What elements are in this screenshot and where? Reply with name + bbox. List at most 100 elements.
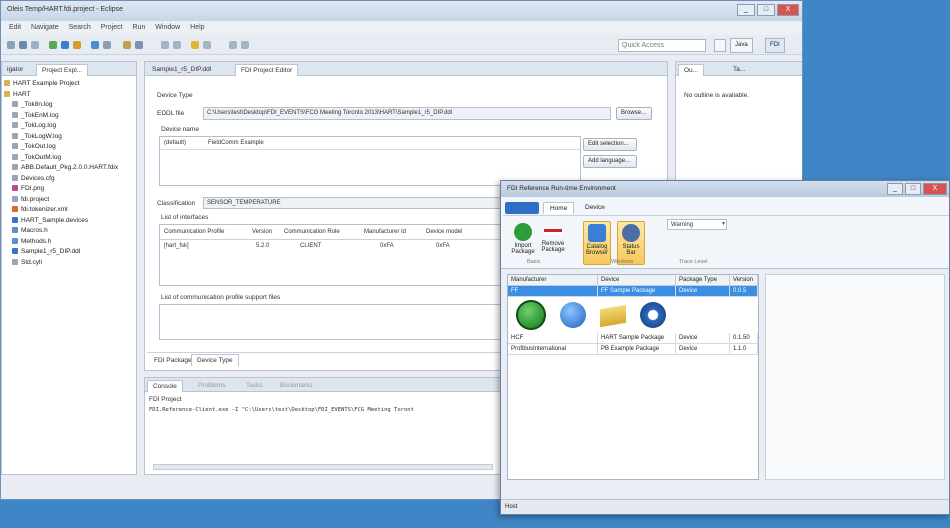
cell-manufacturer[interactable]: HCF bbox=[508, 333, 598, 344]
ribbon-tab-device[interactable]: Device bbox=[579, 202, 611, 214]
perspective-java[interactable]: Java bbox=[730, 38, 753, 53]
tree-item[interactable]: FDI.png bbox=[4, 185, 118, 196]
quick-access-input[interactable]: Quick Access bbox=[618, 39, 706, 52]
tab-bookmarks[interactable]: Bookmarks bbox=[275, 380, 318, 392]
fdi-minimize-button[interactable]: _ bbox=[887, 183, 903, 195]
tab-outline[interactable]: Ou... bbox=[678, 64, 705, 76]
print-icon[interactable] bbox=[31, 41, 39, 49]
maximize-button[interactable]: □ bbox=[757, 4, 775, 16]
app-menu-button[interactable] bbox=[505, 202, 539, 214]
tree-item[interactable]: Devices.cfg bbox=[4, 175, 118, 186]
tab-task-list[interactable]: Ta... bbox=[728, 64, 750, 76]
tab-tasks[interactable]: Tasks bbox=[241, 380, 268, 392]
classification-field[interactable]: SENSOR_TEMPERATURE bbox=[203, 197, 503, 209]
tab-project-explorer[interactable]: Project Expl... bbox=[36, 64, 89, 76]
col-package-type[interactable]: Package Type bbox=[676, 275, 730, 286]
cell-device[interactable]: PB Example Package bbox=[598, 344, 676, 355]
cell-device[interactable]: FF Sample Package bbox=[598, 286, 676, 297]
fdi-maximize-button[interactable]: □ bbox=[905, 183, 921, 195]
interface-manufacturer[interactable]: 0xFA bbox=[380, 243, 394, 249]
menu-project[interactable]: Project bbox=[101, 24, 123, 31]
tree-item[interactable]: _TokLogW.log bbox=[4, 133, 118, 144]
interface-profile[interactable]: [hart_fsk] bbox=[164, 243, 189, 249]
cell-version[interactable]: 1.1.0 bbox=[730, 344, 758, 355]
tab-ddl-file[interactable]: Sample1_r5_DIP.ddl bbox=[147, 64, 216, 76]
add-language-button[interactable]: Add language... bbox=[583, 155, 637, 168]
tree-item[interactable]: _TokOutM.log bbox=[4, 154, 118, 165]
back-icon[interactable] bbox=[161, 41, 169, 49]
search-icon[interactable] bbox=[123, 41, 131, 49]
device-name-value[interactable]: FieldComm Example bbox=[208, 140, 264, 146]
debug-icon[interactable] bbox=[61, 41, 69, 49]
save-icon[interactable] bbox=[19, 41, 27, 49]
col-device[interactable]: Device bbox=[598, 275, 676, 286]
open-icon[interactable] bbox=[135, 41, 143, 49]
tree-item[interactable]: Methods.h bbox=[4, 238, 118, 249]
interface-model[interactable]: 0xFA bbox=[436, 243, 450, 249]
tab-navigator[interactable]: igator bbox=[2, 64, 28, 76]
tab-problems[interactable]: Problems bbox=[193, 380, 230, 392]
browse-button[interactable]: Browse... bbox=[616, 107, 652, 120]
cell-device[interactable]: HART Sample Package bbox=[598, 333, 676, 344]
open-perspective-icon[interactable] bbox=[714, 39, 726, 52]
tree-item[interactable]: fdi.project bbox=[4, 196, 118, 207]
tree-item[interactable]: HART bbox=[4, 91, 118, 102]
ribbon-tab-home[interactable]: Home bbox=[543, 202, 575, 214]
tree-item[interactable]: ABB.Default_Pkg.2.0.0.HART.fdix bbox=[4, 164, 118, 175]
tree-item[interactable]: Sample1_r5_DIP.ddl bbox=[4, 248, 118, 259]
tab-fdi-project-editor[interactable]: FDI Project Editor bbox=[235, 64, 299, 76]
close-button[interactable]: X bbox=[777, 4, 799, 16]
tree-item-label: _Tok8n.log bbox=[21, 101, 53, 108]
tree-item[interactable]: _TokEnM.log bbox=[4, 112, 118, 123]
col-manufacturer[interactable]: Manufacturer bbox=[508, 275, 598, 286]
device-name-lang[interactable]: (default) bbox=[164, 140, 186, 146]
cell-manufacturer[interactable]: ProfibusInternational bbox=[508, 344, 598, 355]
cell-package-type[interactable]: Device bbox=[676, 286, 730, 297]
tab-fdi-package[interactable]: FDI Package bbox=[149, 355, 197, 367]
col-version[interactable]: Version bbox=[730, 275, 758, 286]
cell-manufacturer[interactable]: FF bbox=[508, 286, 598, 297]
cell-package-type[interactable]: Device bbox=[676, 333, 730, 344]
trace-level-select[interactable]: Warning bbox=[667, 219, 727, 230]
cell-package-type[interactable]: Device bbox=[676, 344, 730, 355]
run-icon[interactable] bbox=[49, 41, 57, 49]
menu-help[interactable]: Help bbox=[190, 24, 204, 31]
tool-icon[interactable] bbox=[73, 41, 81, 49]
tree-item[interactable]: _TokOut.log bbox=[4, 143, 118, 154]
arrow-right-icon[interactable] bbox=[241, 41, 249, 49]
menu-window[interactable]: Window bbox=[155, 24, 180, 31]
tree-item[interactable]: HART Example Project bbox=[4, 80, 118, 91]
eddl-file-field[interactable]: C:\Users\test\Desktop\FDI_EVENTS\FCG Mee… bbox=[203, 107, 611, 120]
tree-item[interactable]: _Tok8n.log bbox=[4, 101, 118, 112]
tree-item[interactable]: fdi.tokenizer.xml bbox=[4, 206, 118, 217]
tab-device-type[interactable]: Device Type bbox=[191, 354, 239, 366]
tree-item[interactable]: Macros.h bbox=[4, 227, 118, 238]
perspective-fdi[interactable]: FDI bbox=[765, 38, 785, 53]
menu-run[interactable]: Run bbox=[133, 24, 146, 31]
fdi-status-bar: Host bbox=[501, 499, 949, 514]
tree-item[interactable]: Std.cyll bbox=[4, 259, 118, 270]
interface-role[interactable]: CLIENT bbox=[300, 243, 321, 249]
package-icon[interactable] bbox=[91, 41, 99, 49]
new-icon[interactable] bbox=[7, 41, 15, 49]
tree-item[interactable]: _TokLog.log bbox=[4, 122, 118, 133]
tree-item[interactable]: HART_Sample.devices bbox=[4, 217, 118, 228]
minimize-button[interactable]: _ bbox=[737, 4, 755, 16]
catalog-browser-button[interactable]: Catalog Browser bbox=[583, 221, 611, 265]
marker-icon[interactable] bbox=[191, 41, 199, 49]
remove-package-button[interactable]: Remove Package bbox=[539, 221, 567, 265]
forward-icon[interactable] bbox=[173, 41, 181, 49]
menu-edit[interactable]: Edit bbox=[9, 24, 21, 31]
tab-console[interactable]: Console bbox=[147, 380, 183, 392]
edit-icon[interactable] bbox=[103, 41, 111, 49]
console-scrollbar[interactable] bbox=[153, 464, 493, 470]
fdi-close-button[interactable]: X bbox=[923, 183, 947, 195]
cell-version[interactable]: 0.0.5 bbox=[730, 286, 758, 297]
nav-icon[interactable] bbox=[203, 41, 211, 49]
edit-selection-button[interactable]: Edit selection... bbox=[583, 138, 637, 151]
menu-navigate[interactable]: Navigate bbox=[31, 24, 59, 31]
menu-search[interactable]: Search bbox=[69, 24, 91, 31]
interface-version[interactable]: 5.2.0 bbox=[256, 243, 269, 249]
cell-version[interactable]: 0.1.50 bbox=[730, 333, 758, 344]
arrow-left-icon[interactable] bbox=[229, 41, 237, 49]
